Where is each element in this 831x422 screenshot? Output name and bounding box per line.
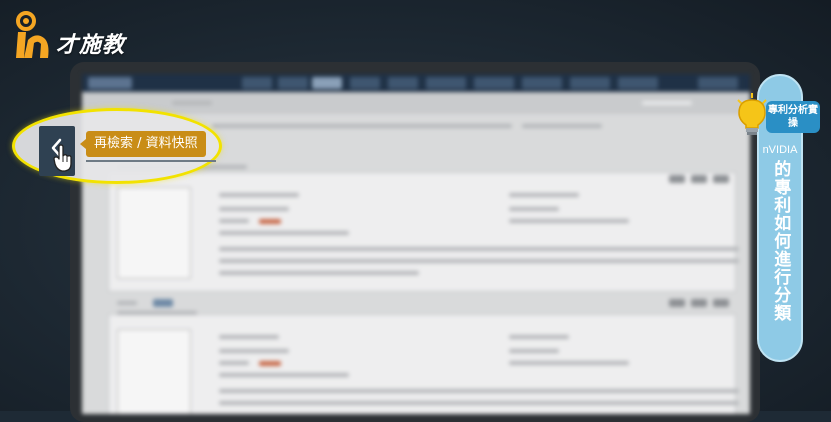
hand-pointer-icon — [52, 144, 74, 172]
tooltip-research-snapshot: 再檢索 / 資料快照 — [80, 131, 206, 157]
brand-logo: 才施教 — [10, 10, 125, 62]
banner-brand: nVIDIA — [762, 144, 798, 156]
logo-text: 才施教 — [56, 33, 126, 58]
divider — [86, 160, 216, 162]
screen-nav-bar — [82, 74, 750, 92]
banner-tag: 專利分析實操 — [766, 101, 820, 133]
screen-result-card — [108, 299, 739, 414]
screen-toolbar — [82, 92, 750, 114]
logo-mark-icon — [10, 10, 60, 62]
banner-title: 的專利如何進行分類 — [770, 160, 791, 322]
screen-result-card — [108, 165, 739, 292]
